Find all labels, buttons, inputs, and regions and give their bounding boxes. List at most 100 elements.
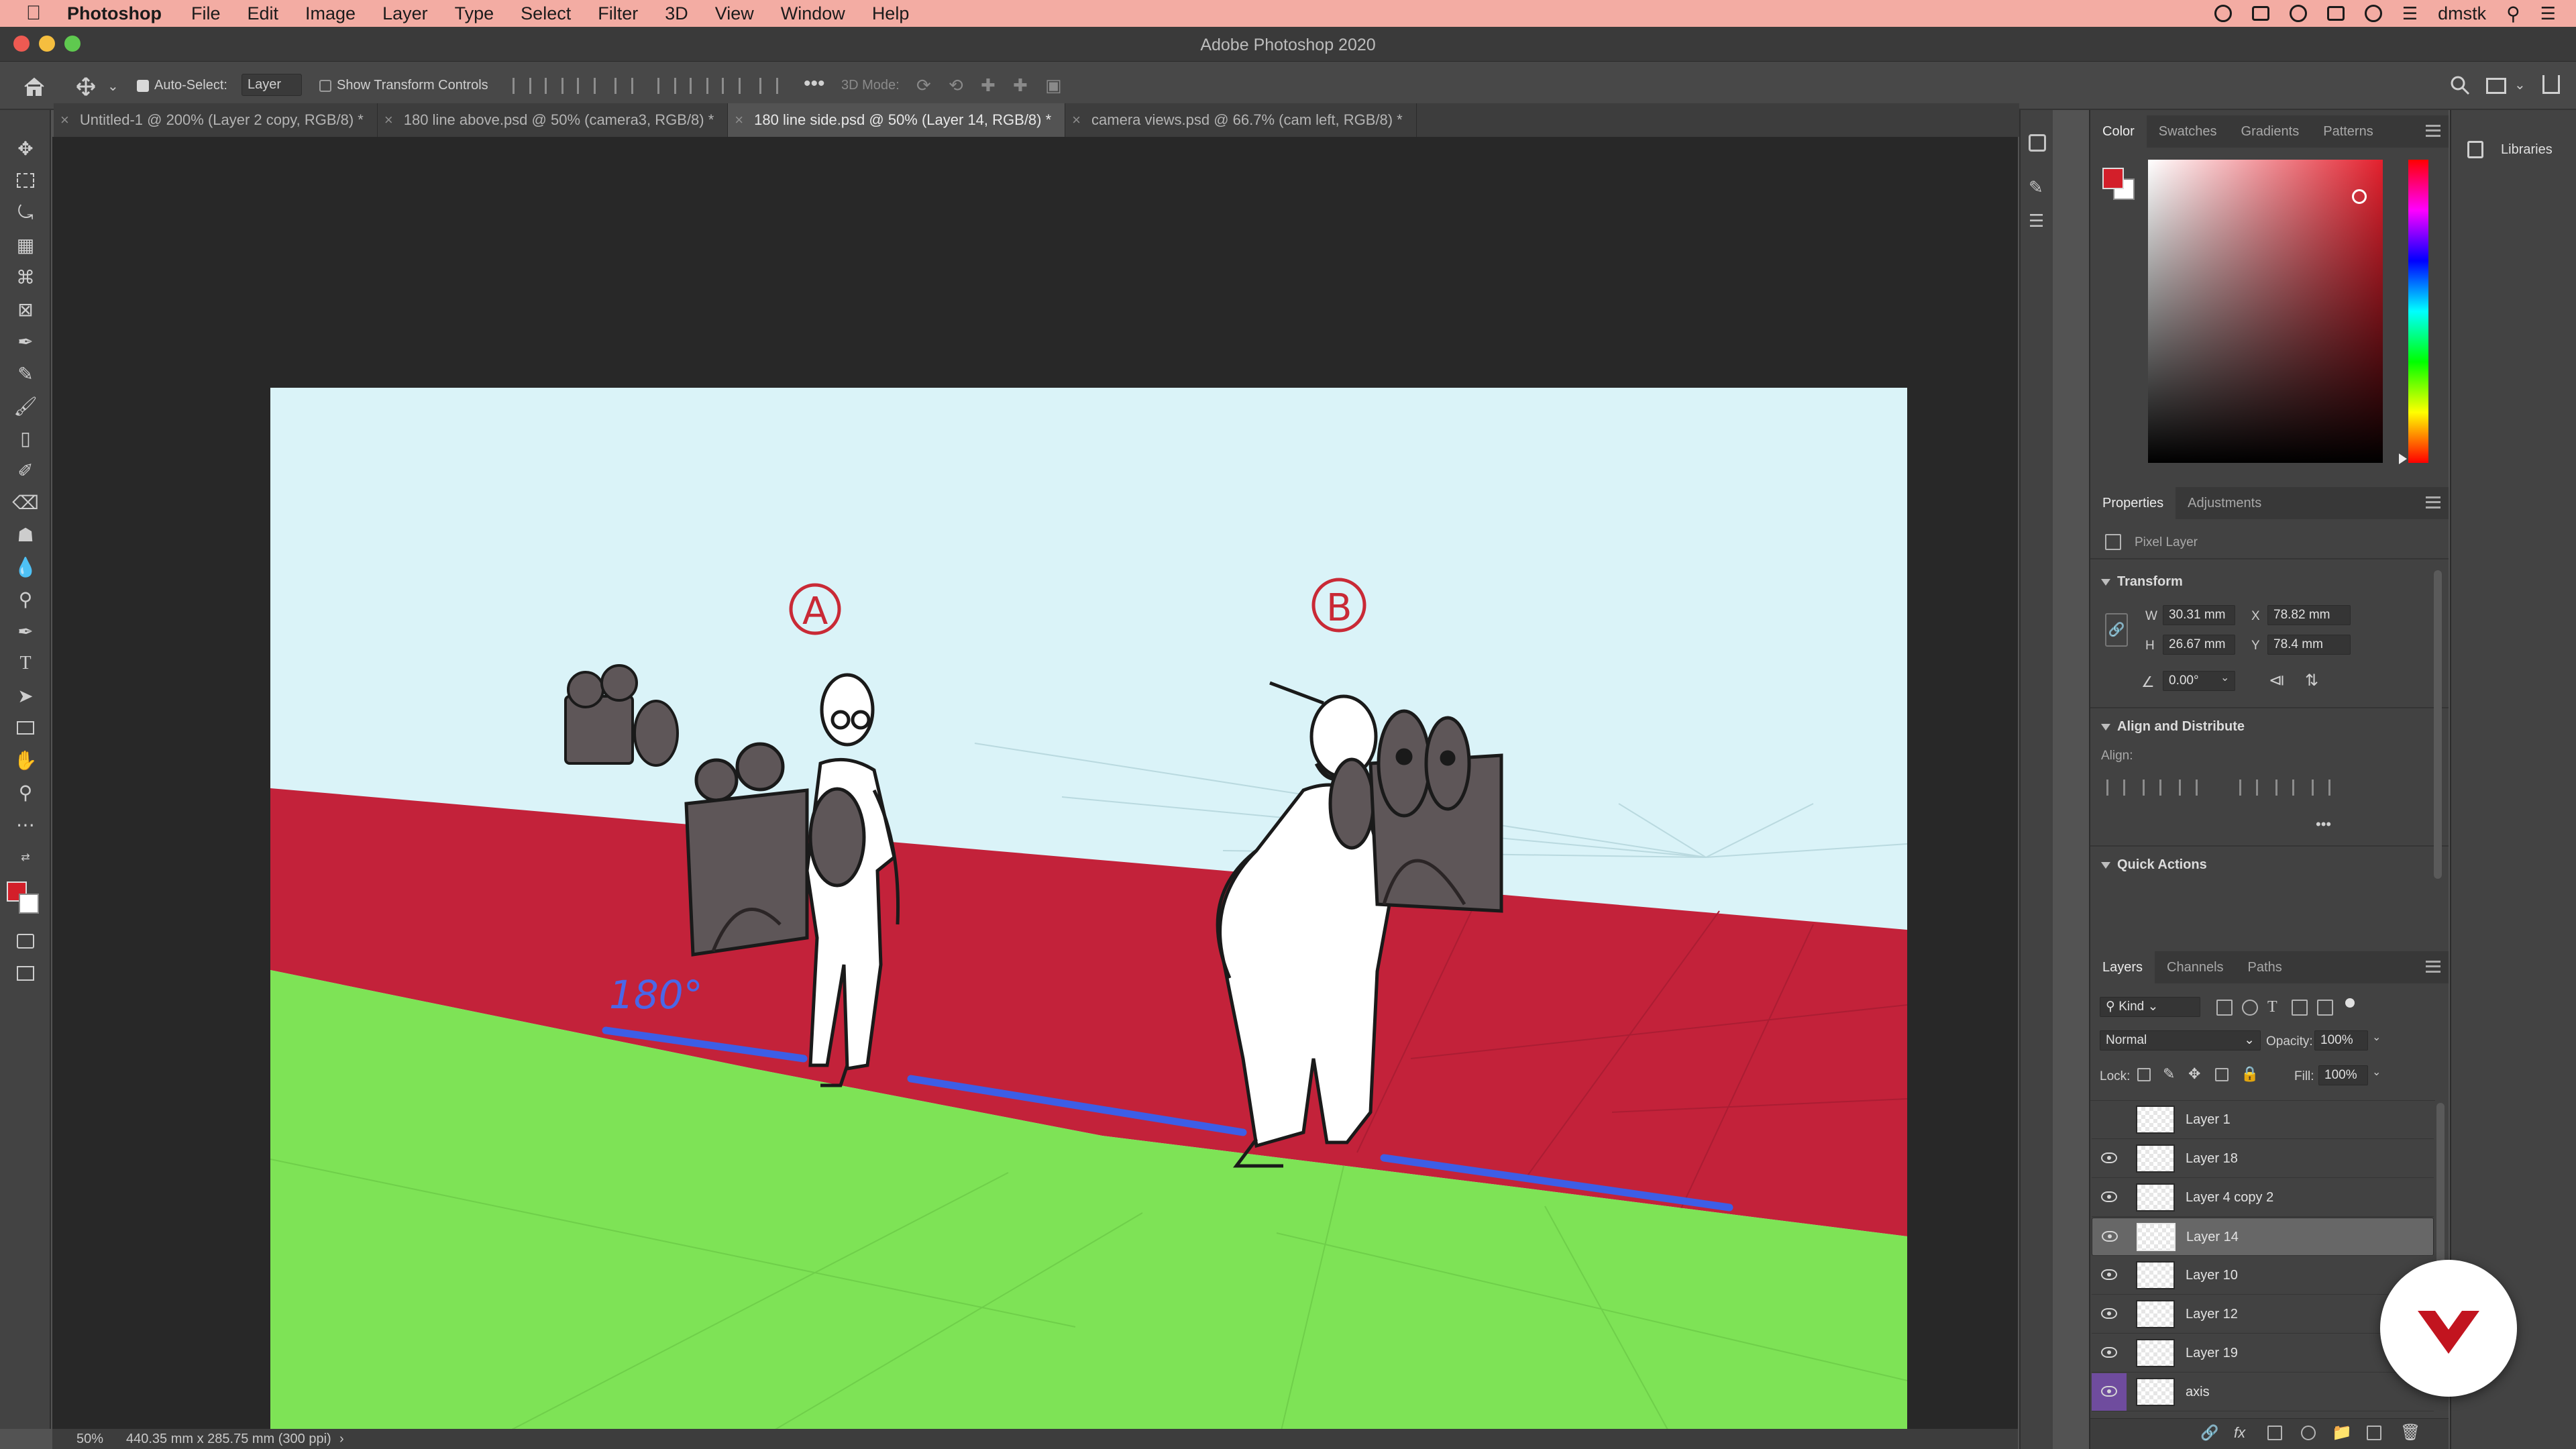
eye-icon[interactable] xyxy=(2101,1308,2117,1319)
color-picker-handle[interactable] xyxy=(2352,189,2367,204)
new-layer-icon[interactable] xyxy=(2367,1426,2381,1440)
3d-roll-icon[interactable]: ⟲ xyxy=(949,75,963,96)
opacity-field[interactable]: 100% xyxy=(2314,1030,2368,1051)
menu-file[interactable]: File xyxy=(191,3,221,24)
tab-patterns[interactable]: Patterns xyxy=(2311,115,2385,148)
eye-icon[interactable] xyxy=(2101,1347,2117,1358)
eraser-icon[interactable]: ⌫ xyxy=(12,490,39,515)
panel-fg-swatch[interactable] xyxy=(2102,168,2124,189)
quick-mask-icon[interactable] xyxy=(13,928,38,954)
zoom-icon[interactable]: ⚲ xyxy=(13,780,38,805)
tab-180-line-above[interactable]: × 180 line above.psd @ 50% (camera3, RGB/… xyxy=(378,103,729,137)
panel-align-center-icon[interactable] xyxy=(2143,780,2161,796)
more-options-icon[interactable]: ••• xyxy=(804,72,825,95)
brush-settings-icon[interactable]: ✎ xyxy=(2029,177,2043,198)
lasso-icon[interactable]: ⤿ xyxy=(13,200,38,225)
menu-select[interactable]: Select xyxy=(521,3,571,24)
fill-dropdown[interactable]: ⌄ xyxy=(2372,1065,2381,1079)
hue-slider[interactable] xyxy=(2408,160,2428,463)
display-icon[interactable] xyxy=(2251,6,2269,21)
align-section[interactable]: Align and Distribute xyxy=(2101,719,2245,735)
distribute-vertical-icon[interactable] xyxy=(614,78,633,94)
workspace-dropdown[interactable]: ⌄ xyxy=(2514,76,2526,93)
lock-position-icon[interactable]: ✥ xyxy=(2188,1065,2200,1083)
fx-icon[interactable]: fx xyxy=(2234,1424,2245,1442)
eye-icon[interactable] xyxy=(2102,1231,2118,1242)
flip-horizontal-icon[interactable]: ⧏ xyxy=(2269,671,2285,690)
spotlight-search-icon[interactable]: ⚲ xyxy=(2506,3,2520,25)
panel-align-middle-icon[interactable] xyxy=(2275,780,2294,796)
fill-field[interactable]: 100% xyxy=(2318,1065,2368,1085)
panel-align-left-icon[interactable] xyxy=(2106,780,2125,796)
tab-swatches[interactable]: Swatches xyxy=(2147,115,2229,148)
align-right-icon[interactable] xyxy=(577,78,596,94)
tab-paths[interactable]: Paths xyxy=(2236,951,2294,983)
frame-tool-icon[interactable]: ⊠ xyxy=(13,297,38,322)
quick-actions-section[interactable]: Quick Actions xyxy=(2101,857,2207,873)
tab-180-line-side[interactable]: × 180 line side.psd @ 50% (Layer 14, RGB/… xyxy=(728,103,1066,137)
layer-row-layer-1[interactable]: Layer 1 xyxy=(2092,1101,2434,1139)
close-tab-icon[interactable]: × xyxy=(735,111,743,128)
brush-icon[interactable]: 🖌 xyxy=(13,393,38,419)
background-color-swatch[interactable] xyxy=(19,894,39,914)
edit-toolbar-icon[interactable]: ⋯ xyxy=(13,812,38,837)
tab-layers[interactable]: Layers xyxy=(2090,951,2155,983)
tab-camera-views[interactable]: × camera views.psd @ 66.7% (cam left, RGB… xyxy=(1065,103,1417,137)
filter-smart-object-icon[interactable] xyxy=(2317,1000,2333,1016)
layer-row-layer-14[interactable]: Layer 14 xyxy=(2092,1218,2434,1256)
filter-pixel-icon[interactable] xyxy=(2216,1000,2233,1016)
panel-align-right-icon[interactable] xyxy=(2179,780,2198,796)
height-field[interactable]: 26.67 mm xyxy=(2163,635,2235,655)
workspace-icon[interactable] xyxy=(2486,78,2506,94)
tab-gradients[interactable]: Gradients xyxy=(2229,115,2312,148)
align-top-icon[interactable] xyxy=(657,78,676,94)
menu-filter[interactable]: Filter xyxy=(598,3,638,24)
layer-filter-kind[interactable]: ⚲ Kind ⌄ xyxy=(2100,997,2200,1017)
swap-colors-icon[interactable]: ⇄ xyxy=(13,851,38,864)
add-mask-icon[interactable] xyxy=(2267,1426,2282,1440)
share-icon[interactable] xyxy=(2542,75,2560,94)
paint-bucket-icon[interactable]: ☗ xyxy=(13,522,38,547)
align-center-icon[interactable] xyxy=(545,78,564,94)
eyedropper-icon[interactable]: ✒ xyxy=(13,329,38,354)
home-icon[interactable] xyxy=(23,76,46,97)
zoom-level[interactable]: 50% xyxy=(76,1429,103,1449)
adjustment-layer-icon[interactable] xyxy=(2301,1426,2316,1440)
pen-icon[interactable]: ✒ xyxy=(13,619,38,644)
auto-select-dropdown[interactable]: Layer xyxy=(241,74,303,96)
apple-icon[interactable]:  xyxy=(0,2,67,25)
sync-icon[interactable] xyxy=(2289,5,2307,22)
history-icon[interactable] xyxy=(2029,134,2046,152)
menu-app-name[interactable]: Photoshop xyxy=(67,3,162,24)
panel-align-bottom-icon[interactable] xyxy=(2312,780,2330,796)
move-tool-icon[interactable]: ✥ xyxy=(13,136,38,161)
filter-toggle-icon[interactable] xyxy=(2345,998,2355,1008)
align-left-icon[interactable] xyxy=(513,78,531,94)
menu-image[interactable]: Image xyxy=(305,3,356,24)
notification-center-icon[interactable]: ☰ xyxy=(2540,3,2556,24)
lock-image-icon[interactable]: ✎ xyxy=(2163,1065,2175,1083)
move-tool-dropdown[interactable]: ⌄ xyxy=(107,78,119,95)
healing-brush-icon[interactable]: ✎ xyxy=(13,361,38,386)
eye-icon[interactable] xyxy=(2101,1386,2117,1397)
auto-select-checkbox[interactable] xyxy=(137,80,149,92)
tab-color[interactable]: Color xyxy=(2090,115,2147,148)
tab-adjustments[interactable]: Adjustments xyxy=(2176,487,2273,519)
canvas-workspace[interactable]: 180° A B xyxy=(52,137,2018,1449)
distribute-horizontal-icon[interactable] xyxy=(759,78,778,94)
blend-mode-select[interactable]: Normal ⌄ xyxy=(2100,1030,2261,1051)
angle-dropdown[interactable]: ⌄ xyxy=(2220,671,2229,684)
close-tab-icon[interactable]: × xyxy=(384,111,393,128)
dodge-icon[interactable]: ⚲ xyxy=(13,586,38,612)
history-brush-icon[interactable]: ✐ xyxy=(13,458,38,483)
tab-properties[interactable]: Properties xyxy=(2090,487,2176,519)
hue-slider-handle[interactable] xyxy=(2399,453,2407,464)
document-info[interactable]: 440.35 mm x 285.75 mm (300 ppi) xyxy=(126,1429,331,1449)
stamp-icon[interactable]: ▯ xyxy=(13,425,38,451)
path-select-icon[interactable]: ➤ xyxy=(13,683,38,708)
opacity-dropdown[interactable]: ⌄ xyxy=(2372,1030,2381,1044)
3d-scale-icon[interactable]: ▣ xyxy=(1045,75,1062,96)
3d-orbit-icon[interactable]: ⟳ xyxy=(916,75,931,96)
close-tab-icon[interactable]: × xyxy=(1072,111,1081,128)
menu-layer[interactable]: Layer xyxy=(382,3,428,24)
